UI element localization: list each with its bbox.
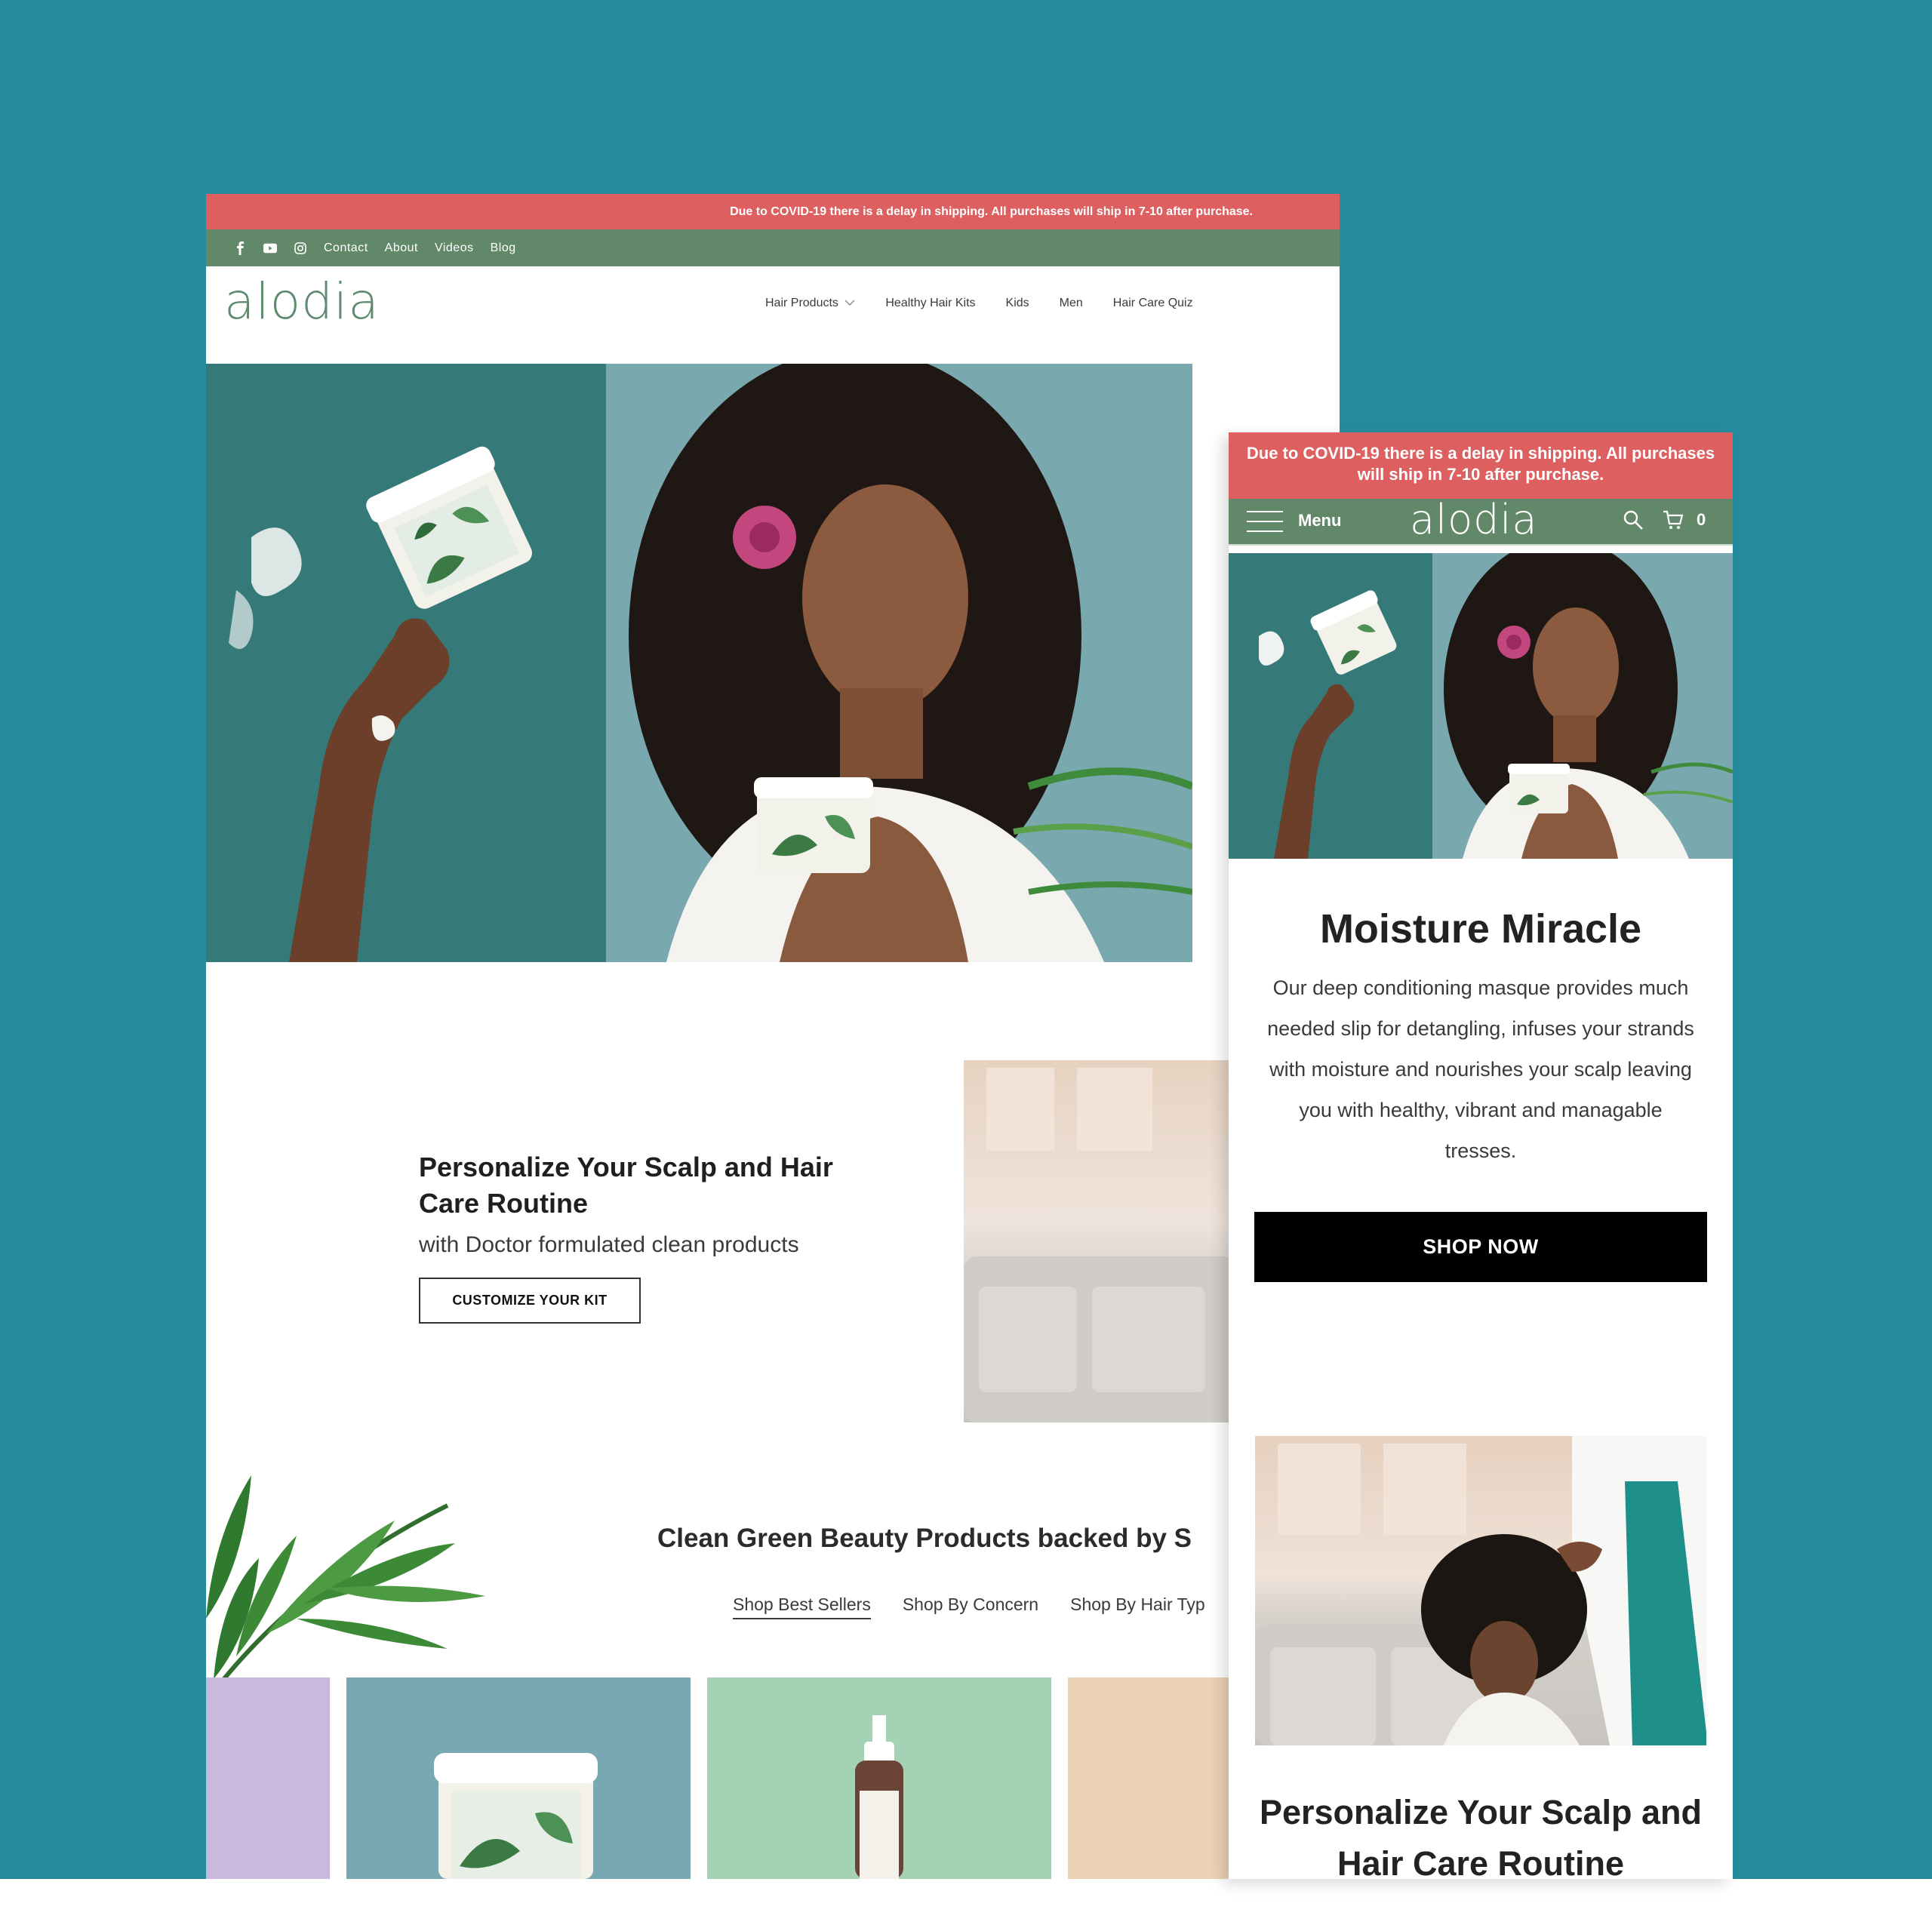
search-icon[interactable] [1623, 509, 1644, 530]
product-tile-lavender[interactable] [206, 1677, 330, 1879]
shop-now-button[interactable]: SHOP NOW [1254, 1212, 1707, 1282]
mobile-covid-banner: Due to COVID-19 there is a delay in ship… [1229, 432, 1733, 499]
nav-hair-products[interactable]: Hair Products [765, 297, 855, 310]
product-tile-masque[interactable] [346, 1677, 691, 1879]
nav-kids[interactable]: Kids [1006, 297, 1029, 310]
nav-hair-care-quiz[interactable]: Hair Care Quiz [1113, 297, 1193, 310]
clean-beauty-heading: Clean Green Beauty Products backed by S [657, 1524, 1192, 1553]
product-tile-hair-wash[interactable] [707, 1677, 1051, 1879]
personalize-section: Personalize Your Scalp and Hair Care Rou… [419, 1149, 887, 1324]
mobile-personalize-heading: Personalize Your Scalp and Hair Care Rou… [1259, 1793, 1703, 1879]
alodia-logo[interactable]: alodia [224, 272, 380, 331]
covid-banner: Due to COVID-19 there is a delay in ship… [206, 194, 1340, 229]
videos-link[interactable]: Videos [435, 241, 474, 255]
personalize-subtitle: with Doctor formulated clean products [419, 1232, 799, 1257]
hero-model-photo [606, 364, 1192, 962]
hero-banner[interactable] [206, 364, 1192, 962]
nav-men[interactable]: Men [1060, 297, 1083, 310]
mobile-header: Menu alodia 0 [1229, 496, 1733, 544]
contact-link[interactable]: Contact [324, 241, 368, 255]
tab-by-concern[interactable]: Shop By Concern [903, 1594, 1038, 1619]
mobile-hero[interactable] [1229, 553, 1733, 859]
product-description: Our deep conditioning masque provides mu… [1267, 976, 1694, 1162]
bottom-strip [0, 1879, 1932, 1925]
desktop-mockup: Due to COVID-19 there is a delay in ship… [206, 194, 1340, 1879]
tab-best-sellers[interactable]: Shop Best Sellers [733, 1594, 871, 1619]
instagram-icon[interactable] [294, 241, 307, 255]
utility-bar: Contact About Videos Blog [206, 229, 1340, 266]
header-divider [1229, 544, 1733, 553]
shop-tabs: Shop Best Sellers Shop By Concern Shop B… [733, 1594, 1205, 1619]
nav-healthy-hair-kits[interactable]: Healthy Hair Kits [885, 297, 975, 310]
product-tiles [206, 1677, 1340, 1879]
personalize-title: Personalize Your Scalp and Hair Care Rou… [419, 1152, 833, 1219]
facebook-icon[interactable] [233, 241, 247, 255]
mobile-hero-model-photo [1432, 553, 1733, 859]
chevron-down-icon [844, 300, 855, 306]
palm-leaf-decoration [206, 1475, 485, 1702]
customize-kit-button[interactable]: CUSTOMIZE YOUR KIT [419, 1278, 641, 1324]
mobile-consultation-photo [1255, 1436, 1706, 1745]
cart-count: 0 [1697, 510, 1706, 529]
mobile-alodia-logo[interactable]: alodia [1410, 496, 1538, 543]
nav-links: Hair Products Healthy Hair Kits Kids Men… [765, 297, 1193, 310]
blog-link[interactable]: Blog [491, 241, 516, 255]
tab-by-hair-type[interactable]: Shop By Hair Typ [1070, 1594, 1205, 1619]
about-link[interactable]: About [385, 241, 418, 255]
mobile-mockup: Due to COVID-19 there is a delay in ship… [1229, 432, 1733, 1879]
hamburger-icon[interactable] [1247, 511, 1283, 532]
nav-hair-products-label: Hair Products [765, 297, 838, 309]
mobile-hero-product-photo [1229, 553, 1432, 859]
youtube-icon[interactable] [263, 241, 277, 255]
menu-label[interactable]: Menu [1298, 511, 1341, 530]
main-nav: alodia Hair Products Healthy Hair Kits K… [206, 266, 1340, 364]
hero-product-photo [206, 364, 606, 962]
cart-icon[interactable] [1663, 509, 1684, 530]
moisture-miracle-headline: Moisture Miracle [1319, 906, 1642, 952]
